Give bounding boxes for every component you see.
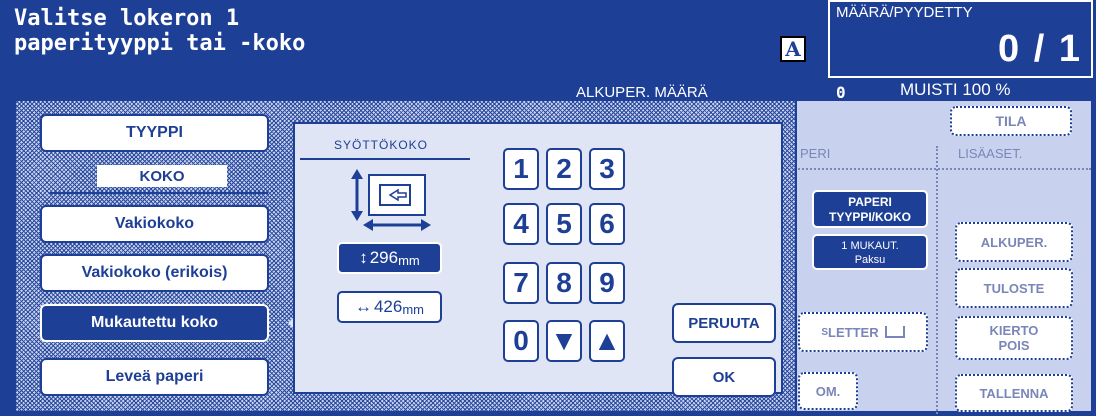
key-8[interactable]: 8 [546,262,582,304]
wide-paper-button[interactable]: Leveä paperi [40,358,269,396]
custom-tray-button[interactable]: 1 MUKAUT. Paksu [812,234,928,270]
key-2[interactable]: 2 [546,148,582,190]
width-unit: mm [402,301,425,317]
standard-size-special-button[interactable]: Vakiokoko (erikois) [40,254,269,292]
key-4[interactable]: 4 [503,203,539,245]
feed-size-divider [300,158,470,160]
key-down[interactable]: ▼ [546,320,582,362]
background-column-divider [936,146,938,414]
letter-superscript: S [821,326,829,338]
standard-size-button[interactable]: Vakiokoko [40,205,269,243]
original-button[interactable]: ALKUPER. [955,222,1073,262]
count-value: 0 / 1 [998,28,1082,70]
ok-button[interactable]: OK [672,357,776,397]
key-3[interactable]: 3 [589,148,625,190]
feed-size-label: SYÖTTÖKOKO [334,138,429,152]
custom-button-line2: Paksu [854,254,886,266]
cancel-button[interactable]: PERUUTA [672,303,776,343]
key-1[interactable]: 1 [503,148,539,190]
key-7[interactable]: 7 [503,262,539,304]
paper-button-line1: PAPERI [848,195,892,209]
prompt-title: Valitse lokeron 1 paperityyppi tai -koko [14,6,305,56]
type-button[interactable]: TYYPPI [40,114,269,152]
original-count-value: 0 [836,83,846,102]
key-9[interactable]: 9 [589,262,625,304]
rotation-off-button[interactable]: KIERTO POIS [955,316,1073,360]
custom-button-line1: 1 MUKAUT. [841,240,899,252]
memory-status: MUISTI 100 % [900,80,1011,99]
paper-button-line2: TYYPPI/KOKO [828,210,911,224]
paper-tray-icon [884,326,905,338]
rotation-off-line1: KIERTO [989,323,1039,338]
extras-column-header: LISÄASET. [958,146,1023,161]
width-dimension-button[interactable]: ↔ 426 mm [337,291,442,323]
paper-type-size-button[interactable]: PAPERI TYYPPI/KOKO [812,190,928,228]
status-button[interactable]: TILA [950,106,1072,136]
partial-button[interactable]: OM. [798,372,858,410]
prompt-title-line1: Valitse lokeron 1 [14,6,240,31]
size-header-divider [50,192,268,194]
height-dimension-button[interactable]: ↕ 296 mm [337,242,442,274]
key-5[interactable]: 5 [546,203,582,245]
copier-screen: Valitse lokeron 1 paperityyppi tai -koko … [0,0,1096,416]
custom-size-button[interactable]: Mukautettu koko [40,304,269,342]
vertical-arrow-icon: ↕ [359,248,368,267]
width-value: 426 [373,297,403,316]
key-0[interactable]: 0 [503,320,539,362]
height-unit: mm [398,252,420,268]
output-button[interactable]: TULOSTE [955,268,1073,308]
height-value: 296 [369,248,399,267]
mode-a-icon: A [780,36,806,62]
paper-column-header: PERI [800,146,831,161]
background-header-divider [795,146,1091,170]
dialog-pointer-right [797,201,803,213]
letter-label: LETTER [828,324,879,340]
rotation-off-line2: POIS [998,338,1030,353]
count-label: MÄÄRÄ/PYYDETTY [836,4,973,21]
size-header: KOKO [97,165,227,187]
prompt-title-line2: paperityyppi tai -koko [14,31,306,56]
key-6[interactable]: 6 [589,203,625,245]
key-up[interactable]: ▲ [589,320,625,362]
save-button[interactable]: TALLENNA [955,374,1073,412]
paper-dimension-icon [351,169,431,231]
letter-paper-button[interactable]: S LETTER [798,312,928,352]
horizontal-arrow-icon: ↔ [354,297,372,316]
